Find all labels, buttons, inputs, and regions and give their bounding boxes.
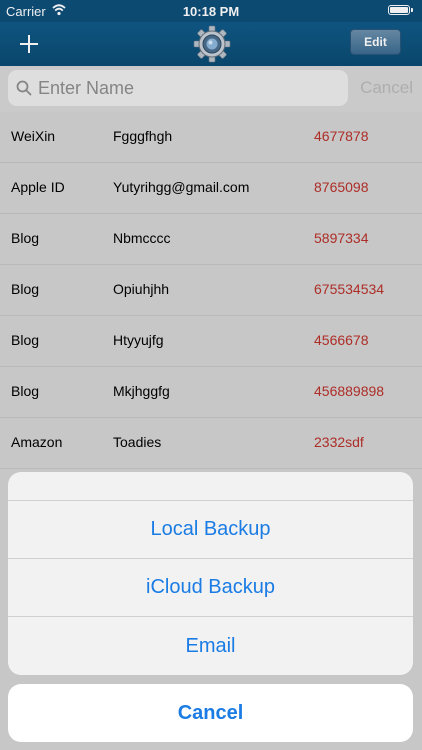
action-sheet-header: [8, 472, 413, 501]
cancel-button[interactable]: Cancel: [8, 684, 413, 742]
email-button[interactable]: Email: [8, 617, 413, 675]
local-backup-button[interactable]: Local Backup: [8, 501, 413, 559]
icloud-backup-button[interactable]: iCloud Backup: [8, 559, 413, 617]
action-sheet: Local Backup iCloud Backup Email: [8, 472, 413, 675]
